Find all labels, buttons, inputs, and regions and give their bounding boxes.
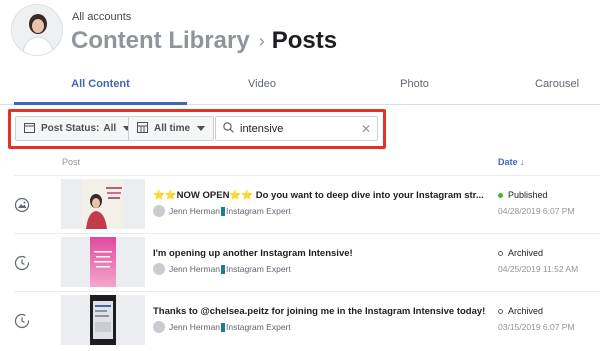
author-name: Jenn Herman <box>169 264 221 274</box>
status-text: Archived <box>508 248 544 258</box>
tab-all-content[interactable]: All Content <box>14 64 187 105</box>
status-text: Published <box>508 190 548 200</box>
post-date: 04/25/2019 11:52 AM <box>498 264 579 274</box>
chevron-right-icon: › <box>258 30 265 51</box>
status-dot-icon <box>498 308 503 314</box>
avatar <box>153 205 165 217</box>
date-range-value: All time <box>154 123 191 134</box>
close-icon[interactable]: ✕ <box>361 122 371 136</box>
author-suffix: Instagram Expert <box>226 264 291 274</box>
post-date: 03/15/2019 6:07 PM <box>498 322 575 332</box>
table-row[interactable]: Thanks to @chelsea.peitz for joining me … <box>14 291 600 349</box>
post-status-label: Post Status: <box>41 123 100 134</box>
calendar-grid-icon <box>137 121 148 136</box>
avatar <box>153 321 165 333</box>
caret-down-icon <box>197 123 206 134</box>
table-row[interactable]: ⭐⭐NOW OPEN⭐⭐ Do you want to deep dive in… <box>14 175 600 233</box>
breadcrumb-content-library[interactable]: Content Library <box>71 27 250 55</box>
page-title: Posts <box>271 27 338 54</box>
page-header: All accounts Content Library › Posts <box>0 0 600 62</box>
tab-photo[interactable]: Photo <box>337 64 492 105</box>
post-title[interactable]: ⭐⭐NOW OPEN⭐⭐ Do you want to deep dive in… <box>153 190 493 201</box>
post-status-dropdown[interactable]: Post Status: All <box>15 116 141 141</box>
status-badge: Archived <box>498 248 543 258</box>
author-suffix: Instagram Expert <box>226 206 291 216</box>
post-title[interactable]: Thanks to @chelsea.peitz for joining me … <box>153 306 493 317</box>
tab-carousel[interactable]: Carousel <box>535 64 600 105</box>
tab-video[interactable]: Video <box>187 64 337 105</box>
breadcrumb: Content Library › Posts <box>71 27 337 55</box>
date-range-dropdown[interactable]: All time <box>128 116 215 141</box>
post-status-value: All <box>103 123 117 134</box>
status-badge: Archived <box>498 306 543 316</box>
clock-icon <box>14 313 30 329</box>
status-dot-icon <box>498 192 503 198</box>
badge-icon <box>221 206 226 216</box>
badge-icon <box>221 322 226 332</box>
post-author: Jenn Herman Instagram Expert <box>153 321 291 333</box>
author-suffix: Instagram Expert <box>226 322 291 332</box>
table-row[interactable]: I'm opening up another Instagram Intensi… <box>14 233 600 291</box>
status-badge: Published <box>498 190 548 200</box>
photo-icon <box>14 197 30 213</box>
clock-icon <box>14 255 30 271</box>
post-thumbnail[interactable] <box>61 295 145 345</box>
avatar <box>153 263 165 275</box>
author-name: Jenn Herman <box>169 322 221 332</box>
breadcrumb-all-accounts[interactable]: All accounts <box>72 11 131 23</box>
post-date: 04/28/2019 6:07 PM <box>498 206 575 216</box>
badge-icon <box>221 264 226 274</box>
search-box[interactable]: ✕ <box>215 116 378 141</box>
column-header-date[interactable]: Date ↓ <box>498 157 525 167</box>
post-thumbnail[interactable] <box>61 179 145 229</box>
post-title[interactable]: I'm opening up another Instagram Intensi… <box>153 248 493 259</box>
column-header-post: Post <box>62 157 81 167</box>
post-author: Jenn Herman Instagram Expert <box>153 263 291 275</box>
thumbnail-image <box>82 179 124 229</box>
search-input[interactable] <box>240 122 360 135</box>
thumbnail-image <box>90 295 116 345</box>
thumbnail-image <box>90 237 116 287</box>
content-tabs: All Content Video Photo Carousel <box>0 64 600 105</box>
search-icon <box>223 120 234 138</box>
status-text: Archived <box>508 306 544 316</box>
calendar-icon <box>24 122 35 136</box>
page-avatar[interactable] <box>11 4 63 56</box>
author-name: Jenn Herman <box>169 206 221 216</box>
post-author: Jenn Herman Instagram Expert <box>153 205 291 217</box>
status-dot-icon <box>498 250 503 256</box>
post-thumbnail[interactable] <box>61 237 145 287</box>
